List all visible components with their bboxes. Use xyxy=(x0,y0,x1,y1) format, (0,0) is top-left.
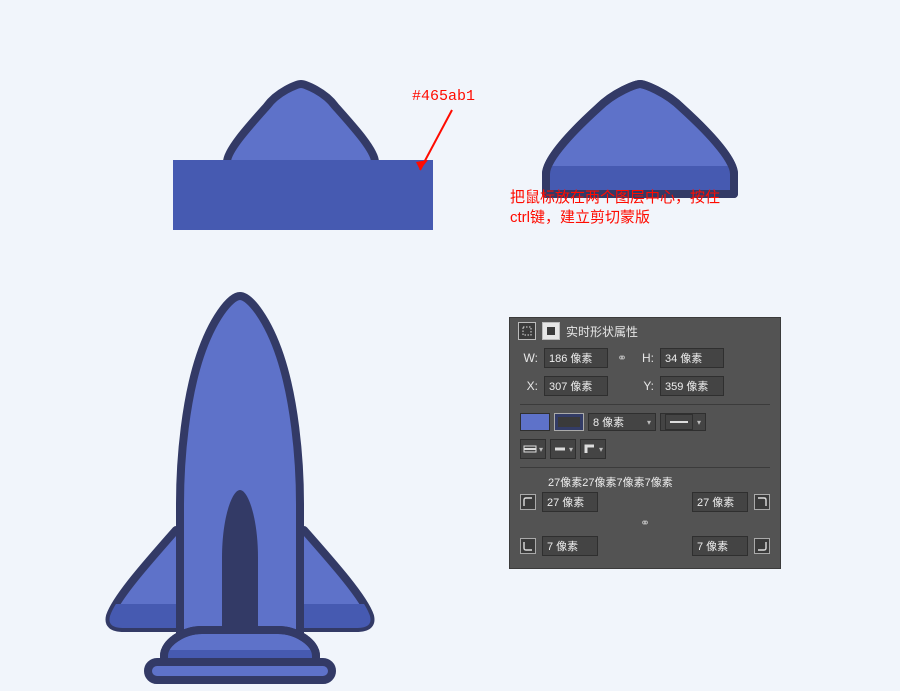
rocket-illustration xyxy=(90,290,390,690)
panel-title: 实时形状属性 xyxy=(566,323,638,340)
corner-br-input[interactable]: 7 像素 xyxy=(692,536,748,556)
corner-tr-icon[interactable] xyxy=(754,494,770,510)
corner-tl-input[interactable]: 27 像素 xyxy=(542,492,598,512)
width-label: W: xyxy=(520,351,538,365)
corner-bl-icon[interactable] xyxy=(520,538,536,554)
hint-line-2: ctrl键，建立剪切蒙版 xyxy=(510,209,650,226)
x-input[interactable]: 307 像素 xyxy=(544,376,608,396)
height-label: H: xyxy=(636,351,654,365)
link-wh-icon[interactable]: ⚭ xyxy=(614,351,630,365)
corner-radii-summary: 27像素27像素7像素7像素 xyxy=(510,472,780,490)
stroke-style-dropdown[interactable]: ▾ xyxy=(660,413,706,431)
chevron-down-icon: ▾ xyxy=(569,445,573,454)
chevron-down-icon: ▾ xyxy=(697,418,701,427)
stroke-corner-dropdown[interactable]: ▾ xyxy=(580,439,606,459)
link-corners-icon[interactable]: ⚭ xyxy=(510,514,780,534)
corner-tr-input[interactable]: 27 像素 xyxy=(692,492,748,512)
shape-with-rectangle-overlay xyxy=(155,80,445,240)
stroke-cap-dropdown[interactable]: ▾ xyxy=(550,439,576,459)
stroke-swatch[interactable] xyxy=(554,413,584,431)
chevron-down-icon: ▾ xyxy=(647,418,651,427)
y-input[interactable]: 359 像素 xyxy=(660,376,724,396)
y-label: Y: xyxy=(636,379,654,393)
mask-icon[interactable] xyxy=(518,322,536,340)
corner-tl-icon[interactable] xyxy=(520,494,536,510)
fill-swatch[interactable] xyxy=(520,413,550,431)
chevron-down-icon: ▾ xyxy=(599,445,603,454)
corner-bl-input[interactable]: 7 像素 xyxy=(542,536,598,556)
shape-with-clipping-mask xyxy=(510,80,770,200)
stroke-style-sample xyxy=(665,414,693,430)
stroke-width-value: 8 像素 xyxy=(593,414,624,430)
height-input[interactable]: 34 像素 xyxy=(660,348,724,368)
width-input[interactable]: 186 像素 xyxy=(544,348,608,368)
stroke-align-dropdown[interactable]: ▾ xyxy=(520,439,546,459)
corner-br-icon[interactable] xyxy=(754,538,770,554)
live-shape-icon[interactable] xyxy=(542,322,560,340)
shape-properties-panel: 实时形状属性 W: 186 像素 ⚭ H: 34 像素 X: 307 像素 ⚭ … xyxy=(510,318,780,568)
x-label: X: xyxy=(520,379,538,393)
chevron-down-icon: ▾ xyxy=(539,445,543,454)
stroke-width-dropdown[interactable]: 8 像素 ▾ xyxy=(588,413,656,431)
panel-header: 实时形状属性 xyxy=(510,318,780,344)
